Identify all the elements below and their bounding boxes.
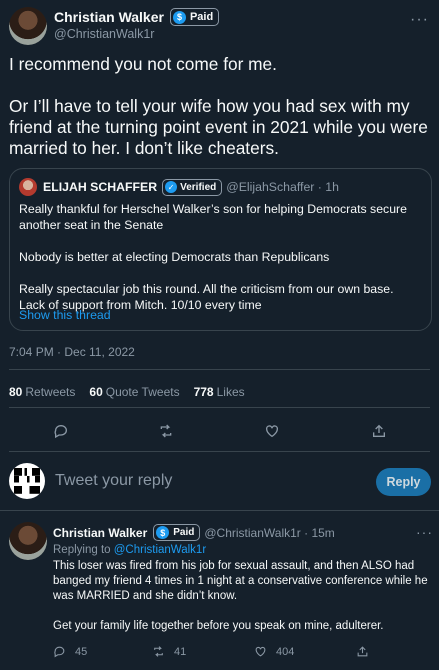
retweets-count: 80 xyxy=(9,385,23,399)
reply-retweet-action[interactable]: 41 xyxy=(152,645,186,658)
quote-tweets-stat[interactable]: 60 Quote Tweets xyxy=(89,385,179,399)
retweets-stat[interactable]: 80 Retweets xyxy=(9,385,75,399)
quoted-tweet-card[interactable]: ELIJAH SCHAFFER ✓ Verified @ElijahSchaff… xyxy=(9,168,432,331)
share-icon xyxy=(357,646,368,657)
retweets-label: Retweets xyxy=(25,385,76,399)
share-icon[interactable] xyxy=(369,421,389,441)
divider xyxy=(9,451,430,452)
tweet-text: I recommend you not come for me. Or I’ll… xyxy=(9,54,429,180)
quoted-tweet-text: Really thankful for Herschel Walker’s so… xyxy=(19,201,419,313)
quoted-author-avatar xyxy=(19,178,37,196)
user-avatar[interactable] xyxy=(9,463,45,499)
likes-label: Likes xyxy=(216,385,245,399)
quoted-tweet-meta: @ElijahSchaffer · 1h xyxy=(226,180,339,194)
reply-icon xyxy=(54,646,65,658)
paid-badge-label: Paid xyxy=(173,527,195,538)
reply-like-action[interactable]: 404 xyxy=(254,645,294,658)
reply-count: 45 xyxy=(75,645,88,658)
show-thread-link[interactable]: Show this thread xyxy=(19,308,111,322)
divider xyxy=(9,407,430,408)
quote-tweets-label: Quote Tweets xyxy=(105,385,180,399)
dollar-icon: $ xyxy=(172,10,186,24)
tweet-action-bar xyxy=(0,421,439,441)
tweet-paragraph: I recommend you not come for me. xyxy=(9,54,277,74)
like-count: 404 xyxy=(276,645,295,658)
reply-action-bar: 45 41 404 xyxy=(0,645,439,661)
paid-badge[interactable]: $ Paid xyxy=(169,8,220,26)
reply-icon[interactable] xyxy=(51,421,71,441)
replying-to-prefix: Replying to xyxy=(53,544,111,556)
quote-tweets-count: 60 xyxy=(89,385,103,399)
reply-share-action[interactable] xyxy=(356,645,378,658)
author-handle[interactable]: @ChristianWalk1r xyxy=(54,27,154,41)
replying-to: Replying to @ChristianWalk1r xyxy=(53,544,206,556)
author-name-line: Christian Walker $ Paid xyxy=(54,8,220,26)
quoted-tweet-header: ELIJAH SCHAFFER ✓ Verified @ElijahSchaff… xyxy=(19,178,339,196)
more-options-icon[interactable]: ··· xyxy=(416,524,433,540)
paid-badge[interactable]: $ Paid xyxy=(153,524,201,541)
qr-code-avatar-image xyxy=(14,468,40,494)
reply-meta[interactable]: @ChristianWalk1r · 15m xyxy=(204,526,334,540)
divider xyxy=(0,510,439,511)
divider xyxy=(9,369,430,370)
verified-badge: ✓ Verified xyxy=(162,178,223,196)
retweet-icon[interactable] xyxy=(156,421,176,441)
likes-stat[interactable]: 778 Likes xyxy=(194,385,245,399)
more-options-icon[interactable]: ··· xyxy=(410,11,429,29)
reply-paragraph: This loser was fired from his job for se… xyxy=(53,560,428,602)
likes-count: 778 xyxy=(193,385,214,399)
paid-badge-label: Paid xyxy=(189,11,214,23)
verified-badge-label: Verified xyxy=(180,181,217,193)
reply-author-avatar[interactable] xyxy=(9,522,47,560)
heart-icon xyxy=(255,646,266,657)
reply-button[interactable]: Reply xyxy=(376,468,431,496)
reply-input[interactable]: Tweet your reply xyxy=(55,472,355,490)
reply-paragraph: Get your family life together before you… xyxy=(53,620,384,632)
quoted-paragraph: Really thankful for Herschel Walker’s so… xyxy=(19,202,407,232)
tweet-timestamp[interactable]: 7:04 PM · Dec 11, 2022 xyxy=(9,345,135,359)
reply-reply-action[interactable]: 45 xyxy=(53,645,87,658)
dollar-icon: $ xyxy=(156,526,170,539)
retweet-count: 41 xyxy=(174,645,187,658)
author-name[interactable]: Christian Walker xyxy=(54,9,164,25)
quoted-paragraph: Nobody is better at electing Democrats t… xyxy=(19,250,330,264)
tweet-paragraph: Or I’ll have to tell your wife how you h… xyxy=(9,96,428,158)
heart-icon[interactable] xyxy=(262,421,282,441)
retweet-icon xyxy=(154,646,163,657)
reply-text: This loser was fired from his job for se… xyxy=(53,559,431,649)
verified-check-icon: ✓ xyxy=(165,181,178,193)
quoted-author-name: ELIJAH SCHAFFER xyxy=(43,180,158,194)
reply-header: Christian Walker $ Paid @ChristianWalk1r… xyxy=(53,524,335,541)
reply-author-name[interactable]: Christian Walker xyxy=(53,526,147,540)
main-tweet-header: Christian Walker $ Paid @ChristianWalk1r… xyxy=(9,3,431,45)
replying-to-handle[interactable]: @ChristianWalk1r xyxy=(114,544,206,556)
author-avatar[interactable] xyxy=(9,7,47,45)
engagement-stats: 80 Retweets 60 Quote Tweets 778 Likes xyxy=(9,385,259,399)
